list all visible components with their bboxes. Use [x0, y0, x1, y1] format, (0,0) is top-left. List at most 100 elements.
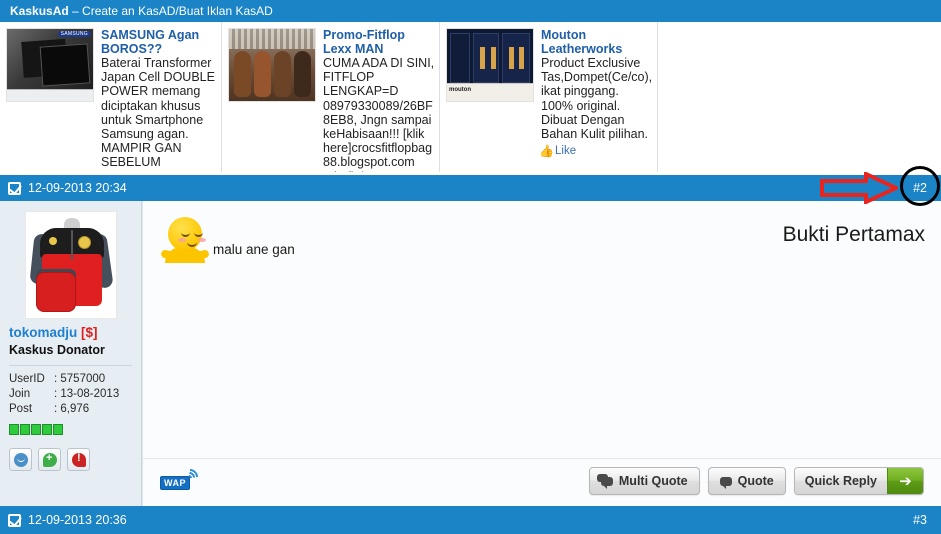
quick-reply-go-arrow-icon[interactable]: ➔ [887, 468, 923, 494]
post-action-buttons: Multi Quote Quote Quick Reply ➔ [588, 467, 924, 495]
emoticon-face [168, 217, 206, 251]
emoticon-mouth [187, 241, 197, 247]
user-stat-post: Post : 6,976 [9, 402, 132, 417]
ad-like-button-mouton[interactable]: 👍 Like [539, 144, 577, 159]
ad-row: SAMSUNG SAMSUNG Agan BOROS?? Baterai Tra… [0, 22, 941, 172]
post-timestamp: 12-09-2013 20:34 [28, 181, 127, 195]
sandal-rack-decor [229, 29, 315, 49]
next-post-timestamp: 12-09-2013 20:36 [28, 513, 127, 527]
ad-text-mouton: Mouton Leatherworks Product Exclusive Ta… [539, 28, 653, 172]
quick-reply-group: Quick Reply ➔ [793, 467, 924, 495]
ad-item-mouton[interactable]: mouton Mouton Leatherworks Product Exclu… [440, 22, 658, 172]
user-name-link[interactable]: tokomadju [$] [9, 325, 132, 341]
kaskus-ad-block: KaskusAd – Create an KasAD/Buat Iklan Ka… [0, 0, 941, 172]
avatar-zipper [70, 230, 73, 260]
post-select-checkbox-icon[interactable] [8, 513, 21, 527]
thumbs-up-icon: 👍 [539, 144, 554, 159]
donor-badge: [$] [81, 325, 98, 340]
reputation-block [20, 424, 30, 435]
sandal-shape [274, 51, 291, 97]
report-post-button[interactable] [67, 448, 90, 471]
emoticon-blush-left [178, 238, 186, 242]
report-warning-icon [72, 451, 86, 467]
post-number-link[interactable]: #2 [913, 175, 927, 201]
emoticon-eye-left [181, 232, 190, 237]
user-name-text: tokomadju [9, 325, 78, 340]
user-reputation-meter [9, 424, 132, 435]
post-footer: WAP Multi Quote Quote Quick Reply ➔ [143, 458, 941, 506]
user-stat-value: : 6,976 [54, 403, 90, 415]
user-panel-divider [9, 365, 132, 366]
add-comment-icon [43, 451, 57, 467]
post-right-caption: Bukti Pertamax [782, 223, 925, 246]
ad-title-rest: – Create an KasAD/Buat Iklan KasAD [68, 4, 273, 18]
ad-brand-label: KaskusAd [10, 4, 69, 18]
samsung-logo-label: SAMSUNG [57, 31, 91, 37]
post-header-left: 12-09-2013 20:34 [8, 175, 127, 201]
user-stat-label: Join [9, 388, 31, 400]
ad-item-empty [658, 22, 941, 172]
sandal-shape [234, 51, 251, 97]
ad-item-fitflop[interactable]: Promo-Fitflop Lexx MAN CUMA ADA DI SINI,… [222, 22, 440, 172]
next-post-header-left: 12-09-2013 20:36 [8, 506, 127, 534]
wap-label: WAP [160, 476, 191, 490]
emoticon-blush-right [198, 238, 206, 242]
ad-block-title: KaskusAd – Create an KasAD/Buat Iklan Ka… [0, 0, 941, 22]
avatar-backpack [35, 272, 76, 312]
user-stat-value: : 13-08-2013 [54, 388, 120, 400]
kaskus-thread-screen: KaskusAd – Create an KasAD/Buat Iklan Ka… [0, 0, 941, 534]
leather-strap [509, 47, 514, 69]
leather-strap [519, 47, 524, 69]
ad-body-fitflop: CUMA ADA DI SINI, FITFLOP LENGKAP=D 0897… [323, 56, 435, 172]
user-stat-userid: UserID : 5757000 [9, 372, 132, 387]
mouton-caption-bar: mouton [447, 83, 533, 101]
user-action-buttons [9, 448, 132, 471]
multi-quote-button[interactable]: Multi Quote [588, 467, 700, 495]
next-post-number-link[interactable]: #3 [913, 506, 927, 534]
leather-panel [502, 33, 530, 83]
post-header-bar: 12-09-2013 20:34 #2 [0, 175, 941, 201]
ad-text-samsung: SAMSUNG Agan BOROS?? Baterai Transformer… [101, 28, 217, 172]
profile-smiley-icon [14, 453, 28, 467]
multi-quote-label: Multi Quote [618, 474, 688, 488]
mouton-brand-label: mouton [449, 87, 471, 93]
user-avatar[interactable] [24, 211, 117, 319]
ad-item-samsung[interactable]: SAMSUNG SAMSUNG Agan BOROS?? Baterai Tra… [0, 22, 222, 172]
ad-headline-fitflop[interactable]: Promo-Fitflop Lexx MAN [323, 28, 435, 56]
avatar-brand-logo [48, 237, 57, 245]
give-reputation-button[interactable] [38, 448, 61, 471]
reputation-block [42, 424, 52, 435]
quote-button[interactable]: Quote [707, 467, 786, 495]
ad-thumbnail-mouton[interactable]: mouton [446, 28, 534, 102]
ad-body-samsung: Baterai Transformer Japan Cell DOUBLE PO… [101, 56, 215, 172]
ad-thumbnail-fitflop[interactable] [228, 28, 316, 102]
post-message-column: malu ane gan Bukti Pertamax WAP Multi Qu… [142, 201, 941, 506]
ad-like-label: Like [555, 145, 577, 158]
reputation-block [9, 424, 19, 435]
sandal-shape [254, 51, 271, 97]
reputation-block [31, 424, 41, 435]
multi-speech-bubble-icon [596, 473, 613, 489]
ad-text-fitflop: Promo-Fitflop Lexx MAN CUMA ADA DI SINI,… [323, 28, 435, 172]
post-message-text: malu ane gan [213, 242, 295, 257]
post-body: tokomadju [$] Kaskus Donator UserID : 57… [0, 201, 941, 506]
quote-label: Quote [737, 474, 774, 488]
post-message: malu ane gan [160, 215, 295, 263]
reputation-block [53, 424, 63, 435]
post-select-checkbox-icon[interactable] [8, 181, 21, 195]
avatar-club-crest [77, 236, 91, 249]
post-user-panel: tokomadju [$] Kaskus Donator UserID : 57… [0, 201, 142, 506]
next-post-header-bar: 12-09-2013 20:36 #3 [0, 506, 941, 534]
ad-thumbnail-samsung[interactable]: SAMSUNG [6, 28, 94, 102]
leather-strap [480, 47, 485, 69]
view-profile-button[interactable] [9, 448, 32, 471]
user-stat-value: : 5757000 [54, 373, 106, 385]
ad-headline-samsung[interactable]: SAMSUNG Agan BOROS?? [101, 28, 217, 56]
blushing-shy-emoticon-icon [160, 215, 210, 263]
user-stat-label: Post [9, 403, 33, 415]
leather-panel [450, 33, 470, 83]
emoticon-eye-right [194, 232, 203, 237]
sandal-shape [294, 51, 311, 97]
quick-reply-button[interactable]: Quick Reply [794, 468, 887, 494]
ad-headline-mouton[interactable]: Mouton Leatherworks [541, 28, 653, 56]
